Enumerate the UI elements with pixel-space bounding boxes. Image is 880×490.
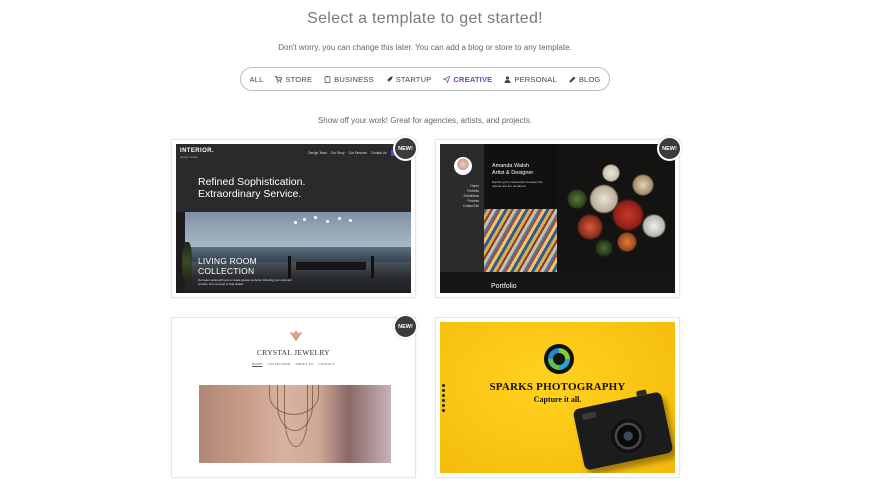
template-card-photography[interactable]: SPARKS PHOTOGRAPHY Capture it all.: [435, 317, 680, 478]
preview-menu-item: Contact Me: [462, 204, 479, 208]
template-preview: CRYSTAL JEWELRY HOME COLLECTION ABOUT US…: [176, 322, 411, 473]
preview-lamp: [349, 219, 352, 222]
filter-startup[interactable]: STARTUP: [386, 75, 432, 84]
slider-dot: [442, 389, 445, 392]
slider-dot: [442, 384, 445, 387]
flower: [632, 174, 654, 196]
slider-dots: [442, 384, 445, 412]
preview-plant: [182, 242, 192, 282]
filter-all[interactable]: ALL: [250, 75, 264, 84]
flower: [612, 199, 644, 231]
filter-label: BUSINESS: [334, 74, 374, 84]
filter-personal[interactable]: PERSONAL: [504, 74, 557, 84]
template-card-interior[interactable]: INTERIOR. design studio Design Team Our …: [171, 136, 418, 298]
preview-brand: CRYSTAL JEWELRY: [257, 348, 330, 357]
filter-blog[interactable]: BLOG: [569, 75, 601, 84]
flower: [617, 232, 637, 252]
preview-headline: Refined Sophistication. Extraordinary Se…: [198, 176, 305, 200]
flower: [577, 214, 603, 240]
camera-button: [636, 389, 647, 397]
filter-label: ALL: [249, 74, 264, 84]
slider-dot: [442, 399, 445, 402]
preview-nav-item: Contact Us: [370, 151, 387, 155]
preview-artwork-stripes: [484, 209, 557, 272]
preview-info-panel: Amanda Walsh Artist & Designer Exploring…: [484, 144, 557, 209]
preview-lamp: [303, 218, 306, 221]
preview-lamp: [338, 217, 341, 220]
flower: [602, 164, 620, 182]
pencil-icon: [569, 76, 576, 82]
avatar: [454, 157, 472, 175]
preview-sidebar: Home Portfolio Exhibitions Process Conta…: [440, 144, 484, 272]
template-preview: SPARKS PHOTOGRAPHY Capture it all.: [440, 322, 675, 473]
aperture-logo-icon: [544, 344, 574, 374]
preview-name-line: Artist & Designer: [492, 169, 534, 176]
template-preview: INTERIOR. design studio Design Team Our …: [176, 144, 411, 293]
flower: [567, 189, 587, 209]
filter-label: STARTUP: [395, 74, 432, 84]
category-description: Show off your work! Great for agencies, …: [317, 116, 533, 125]
preview-nav-item: COLLECTION: [267, 362, 291, 366]
paper-plane-icon: [443, 75, 451, 83]
preview-nav-item: Our Story: [330, 151, 345, 155]
preview-nav-item: Our Services: [348, 151, 367, 155]
preview-footer-title: Portfolio: [491, 283, 517, 290]
preview-nav-item: HOME: [252, 362, 263, 366]
filter-business[interactable]: BUSINESS: [324, 75, 374, 84]
person-icon: [504, 75, 511, 83]
filter-label: BLOG: [578, 74, 601, 84]
filter-creative[interactable]: CREATIVE: [443, 75, 492, 84]
cart-icon: [275, 75, 283, 83]
preview-logo-sub: design studio: [180, 155, 198, 159]
preview-lamp: [326, 220, 329, 223]
template-preview: Home Portfolio Exhibitions Process Conta…: [440, 144, 675, 293]
preview-footer: [440, 272, 675, 293]
preview-section-title: LIVING ROOM COLLECTION: [198, 256, 257, 276]
preview-table: [296, 262, 366, 270]
flower: [642, 214, 666, 238]
briefcase-icon: [324, 75, 331, 83]
jewelry-logo-icon: [289, 330, 303, 342]
preview-artist-name: Amanda Walsh Artist & Designer: [492, 163, 533, 176]
camera-lens: [607, 415, 649, 457]
preview-lamp: [294, 221, 297, 224]
preview-lamp: [314, 216, 317, 219]
preview-nav-item: Design Team: [308, 151, 327, 155]
preview-artwork-flowers: [557, 144, 675, 272]
preview-section-body: Our team works with you to create spaces…: [198, 278, 292, 286]
preview-nav-item: CONTACT: [318, 362, 335, 366]
preview-section-title-line: COLLECTION: [198, 266, 255, 276]
slider-dot: [442, 394, 445, 397]
slider-dot: [442, 409, 445, 412]
preview-menu: Home Portfolio Exhibitions Process Conta…: [463, 184, 479, 209]
template-card-artist[interactable]: Home Portfolio Exhibitions Process Conta…: [435, 136, 682, 298]
preview-nav: Design Team Our Story Our Services Conta…: [308, 150, 407, 156]
preview-jewelry-photo: [199, 385, 391, 463]
preview-logo: INTERIOR.: [180, 148, 214, 154]
filter-label: PERSONAL: [514, 74, 557, 84]
new-badge: NEW!: [657, 136, 682, 161]
preview-tagline: Exploring the intersection between the n…: [492, 180, 543, 188]
page-title: Select a template to get started!: [307, 10, 543, 27]
filter-label: CREATIVE: [453, 74, 493, 84]
preview-nav: HOME COLLECTION ABOUT US CONTACT: [176, 362, 411, 366]
preview-headline-line: Refined Sophistication.: [198, 176, 306, 188]
new-badge: NEW!: [393, 314, 418, 339]
preview-nav-item: ABOUT US: [295, 362, 314, 366]
camera-flash: [581, 411, 597, 421]
category-filter-bar: ALL STORE BUSINESS STARTUP CREATIVE PERS…: [240, 67, 610, 91]
rocket-icon: [386, 75, 393, 83]
preview-headline-line: Extraordinary Service.: [198, 188, 302, 200]
flower: [595, 239, 613, 257]
aperture-core: [553, 353, 565, 365]
template-card-jewelry[interactable]: CRYSTAL JEWELRY HOME COLLECTION ABOUT US…: [171, 314, 418, 478]
preview-name-line: Amanda Walsh: [492, 163, 530, 169]
page-subtitle: Don't worry, you can change this later. …: [278, 43, 572, 52]
necklace-chain: [284, 385, 308, 447]
new-badge: NEW!: [393, 136, 418, 161]
slider-dot: [442, 404, 445, 407]
filter-store[interactable]: STORE: [275, 75, 312, 84]
filter-label: STORE: [285, 74, 313, 84]
preview-section-title-line: LIVING ROOM: [198, 256, 257, 266]
